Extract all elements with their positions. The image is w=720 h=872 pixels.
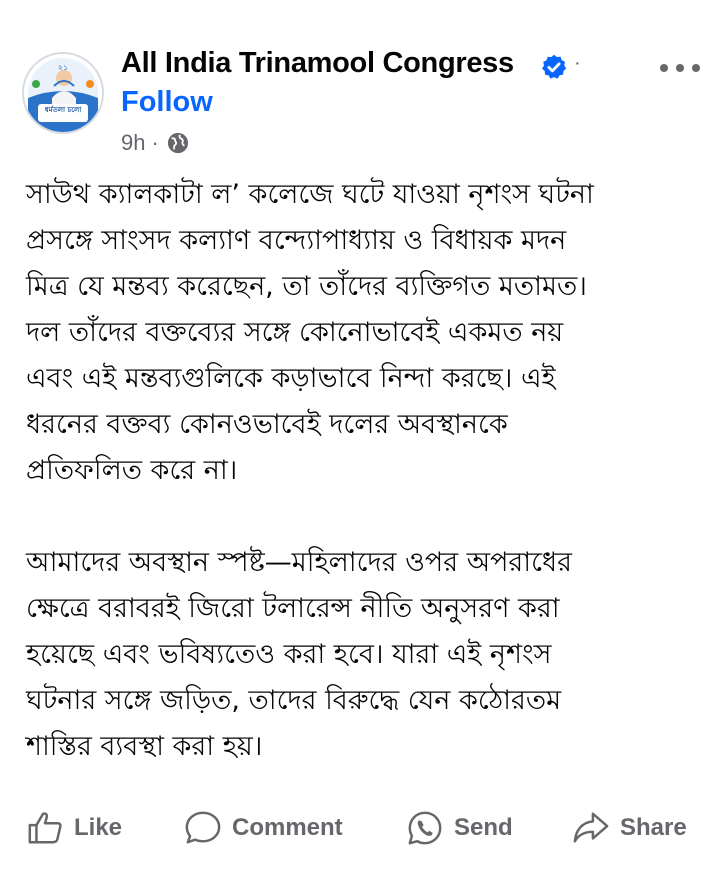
avatar-banner-text: ধর্মতলা চলো (45, 105, 83, 114)
comment-bubble-icon (185, 811, 221, 844)
comment-label: Comment (232, 814, 343, 841)
globe-icon (167, 132, 188, 154)
send-button[interactable]: Send (406, 806, 513, 850)
post-header: ২১ ধর্মতলা চলো All India Trinamool Congr… (0, 0, 720, 180)
page-avatar[interactable]: ২১ ধর্মতলা চলো (22, 52, 104, 134)
more-options-button[interactable] (660, 58, 700, 78)
like-label: Like (74, 814, 123, 841)
page-name[interactable]: All India Trinamool Congress (121, 47, 514, 80)
send-label: Send (454, 814, 513, 841)
more-dot-icon (660, 64, 668, 72)
verified-badge-icon (542, 54, 567, 79)
post-action-bar: Like Comment Send Share (0, 800, 720, 856)
post-paragraph: আমাদের অবস্থান স্পষ্ট—মহিলাদের ওপর অপরাধ… (26, 547, 572, 762)
whatsapp-icon (408, 811, 442, 845)
comment-button[interactable]: Comment (184, 806, 343, 850)
post-time[interactable]: 9h (121, 130, 145, 156)
more-dot-icon (676, 64, 684, 72)
follow-button[interactable]: Follow (121, 86, 213, 119)
meta-separator: · (151, 130, 159, 155)
like-button[interactable]: Like (26, 806, 122, 850)
share-label: Share (620, 814, 687, 841)
post-paragraph: সাউথ ক্যালকাটা ল’ কলেজে ঘটে যাওয়া নৃশংস… (26, 179, 594, 486)
post-meta: 9h · (121, 130, 189, 156)
post-body: সাউথ ক্যালকাটা ল’ কলেজে ঘটে যাওয়া নৃশংস… (26, 172, 696, 770)
avatar-logo-text: ২১ (58, 63, 68, 72)
name-separator: · (574, 52, 581, 74)
share-arrow-icon (573, 812, 609, 843)
thumbs-up-icon (28, 812, 62, 844)
more-dot-icon (692, 64, 700, 72)
share-button[interactable]: Share (572, 806, 687, 850)
